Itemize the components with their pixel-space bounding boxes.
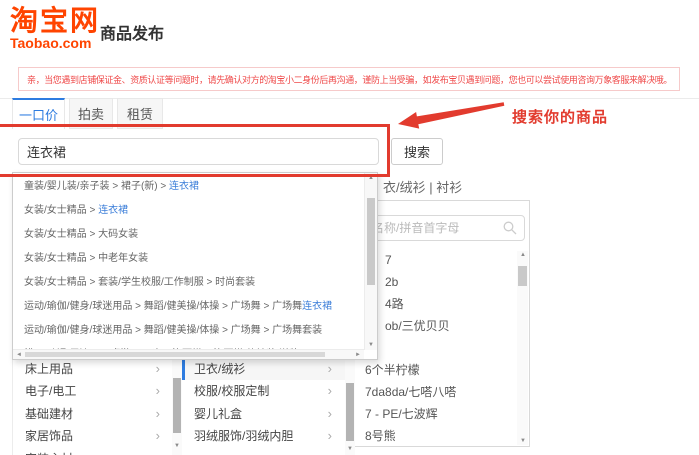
brand-item[interactable]: 8号熊 <box>353 425 515 447</box>
brand-item[interactable]: 7da8da/七嗒八嗒 <box>353 381 515 403</box>
scroll-down-icon[interactable]: ▼ <box>344 445 356 453</box>
suggestion-item[interactable]: 女装/女士精品 > 中老年女装 <box>13 247 364 271</box>
category-label: 校服/校服定制 <box>194 382 269 399</box>
tab-fixed-price[interactable]: 一口价 <box>12 98 65 129</box>
category-item[interactable]: 基础建材 › <box>13 402 173 425</box>
suggestion-path: 女装/女士精品 > <box>24 205 98 216</box>
annotation-label: 搜索你的商品 <box>512 106 608 127</box>
category-item[interactable]: 校服/校服定制 › <box>182 380 345 403</box>
chevron-right-icon: › <box>156 361 160 376</box>
category-label: 基础建材 <box>25 405 73 422</box>
suggestion-path: 女装/女士精品 > 大码女装 <box>24 229 138 240</box>
suggestion-item[interactable]: 童装/婴儿装/亲子装 > 裙子(新) > 连衣裙 <box>13 175 364 199</box>
suggestion-path: 女装/女士精品 > 套装/学生校服/工作制服 > 时尚套装 <box>24 277 255 288</box>
search-suggestion-dropdown: 童装/婴儿装/亲子装 > 裙子(新) > 连衣裙 女装/女士精品 > 连衣裙 女… <box>12 172 378 360</box>
product-search-input[interactable] <box>18 138 379 165</box>
suggestion-path: 童装/婴儿装/亲子装 > 裙子(新) > <box>24 181 169 192</box>
category-label: 婴儿礼盒 <box>194 405 242 422</box>
category-label: 床上用品 <box>25 360 73 377</box>
suggestion-item[interactable]: 女装/女士精品 > 套装/学生校服/工作制服 > 时尚套装 <box>13 271 364 295</box>
notice-bar: 亲，当您遇到店铺保证金、资质认证等问题时，请先确认对方的淘宝小二身份后再沟通，谨… <box>18 67 680 91</box>
suggestion-item[interactable]: 女装/女士精品 > 大码女装 <box>13 223 364 247</box>
suggestion-item[interactable]: 运动/瑜伽/健身/球迷用品 > 舞蹈/健美操/体操 > 广场舞 > 广场舞套装 <box>13 319 364 343</box>
chevron-right-icon: › <box>328 383 332 398</box>
search-icon <box>503 221 517 235</box>
scrollbar-thumb[interactable] <box>367 198 375 285</box>
dropdown-horizontal-scrollbar[interactable]: ◄ ► <box>13 349 364 359</box>
tab-auction[interactable]: 拍卖 <box>69 98 113 129</box>
category-column-level1: 床上用品 › 电子/电工 › 基础建材 › 家居饰品 › 家装主材 › <box>12 357 173 455</box>
suggestion-match: 连衣裙 <box>98 205 128 216</box>
category-item[interactable]: 家居饰品 › <box>13 425 173 448</box>
chevron-right-icon: › <box>156 428 160 443</box>
category-item[interactable]: 床上用品 › <box>13 357 173 380</box>
annotation-arrow-icon <box>392 98 510 136</box>
category-level1-scrollbar[interactable]: ▼ <box>172 355 182 455</box>
suggestion-path: 运动/瑜伽/健身/球迷用品 > 舞蹈/健美操/体操 > 广场舞 > 广场舞 <box>24 301 302 312</box>
taobao-logo-cn: 淘宝网 <box>10 5 100 36</box>
scrollbar-thumb[interactable] <box>346 383 354 441</box>
suggestion-path: 女装/女士精品 > 中老年女装 <box>24 253 148 264</box>
scroll-left-icon[interactable]: ◄ <box>13 351 25 359</box>
suggestion-item[interactable]: 运动/瑜伽/健身/球迷用品 > 舞蹈/健美操/体操 > 广场舞 > 广场舞连衣裙 <box>13 295 364 319</box>
suggestion-match: 连衣裙 <box>169 181 199 192</box>
scrollbar-thumb[interactable] <box>518 266 527 286</box>
category-label: 羽绒服饰/羽绒内胆 <box>194 427 293 444</box>
brand-panel: 7 2b 4路 ob/三优贝贝 6个半柠檬 7da8da/七嗒八嗒 7 - PE… <box>352 200 530 447</box>
brand-list-scrollbar[interactable]: ▲ ▼ <box>517 251 528 445</box>
chevron-right-icon: › <box>156 383 160 398</box>
scrollbar-thumb[interactable] <box>25 352 325 357</box>
category-label: 家装主材 <box>25 450 73 455</box>
selected-category-breadcrumb: 衣/绒衫 | 衬衫 <box>383 177 462 196</box>
notice-text: 亲，当您遇到店铺保证金、资质认证等问题时，请先确认对方的淘宝小二身份后再沟通，谨… <box>27 73 672 86</box>
category-item[interactable]: 羽绒服饰/羽绒内胆 › <box>182 425 345 448</box>
category-item[interactable]: 婴儿礼盒 › <box>182 402 345 425</box>
chevron-right-icon: › <box>156 406 160 421</box>
category-label: 家居饰品 <box>25 427 73 444</box>
taobao-logo[interactable]: 淘宝网 Taobao.com <box>10 5 100 50</box>
tab-lease[interactable]: 租赁 <box>117 98 163 129</box>
taobao-publish-page: 淘宝网 Taobao.com 商品发布 亲，当您遇到店铺保证金、资质认证等问题时… <box>0 0 699 455</box>
scroll-down-icon[interactable]: ▼ <box>365 341 377 349</box>
brand-item[interactable]: 6个半柠檬 <box>353 359 515 381</box>
category-item[interactable]: 家装主材 › <box>13 447 173 455</box>
scroll-right-icon[interactable]: ► <box>352 351 364 359</box>
suggestion-item[interactable]: 女装/女士精品 > 连衣裙 <box>13 199 364 223</box>
category-label: 电子/电工 <box>25 382 76 399</box>
page-title: 商品发布 <box>100 20 164 44</box>
chevron-right-icon: › <box>328 428 332 443</box>
scroll-up-icon[interactable]: ▲ <box>365 174 377 182</box>
chevron-right-icon: › <box>156 451 160 455</box>
category-item[interactable]: 电子/电工 › <box>13 380 173 403</box>
chevron-right-icon: › <box>328 361 332 376</box>
suggestion-list: 童装/婴儿装/亲子装 > 裙子(新) > 连衣裙 女装/女士精品 > 连衣裙 女… <box>13 175 364 349</box>
dropdown-vertical-scrollbar[interactable]: ▲ ▼ <box>364 173 377 350</box>
suggestion-path: 运动/瑜伽/健身/球迷用品 > 舞蹈/健美操/体操 > 广场舞 > 广场舞套装 <box>24 325 322 336</box>
category-item-selected[interactable]: 卫衣/绒衫 › <box>182 357 345 380</box>
taobao-logo-en: Taobao.com <box>10 36 100 50</box>
scroll-up-icon[interactable]: ▲ <box>517 251 529 259</box>
suggestion-match: 连衣裙 <box>302 301 332 312</box>
scrollbar-thumb[interactable] <box>173 378 181 433</box>
category-level2-scrollbar[interactable]: ▼ <box>345 357 355 455</box>
search-button[interactable]: 搜索 <box>391 138 443 165</box>
scroll-down-icon[interactable]: ▼ <box>517 437 529 445</box>
brand-item[interactable]: 7 - PE/七波辉 <box>353 403 515 425</box>
category-label: 卫衣/绒衫 <box>194 360 245 377</box>
chevron-right-icon: › <box>328 406 332 421</box>
category-column-level2: 卫衣/绒衫 › 校服/校服定制 › 婴儿礼盒 › 羽绒服饰/羽绒内胆 › <box>182 357 345 447</box>
brand-search-input[interactable] <box>363 215 525 241</box>
